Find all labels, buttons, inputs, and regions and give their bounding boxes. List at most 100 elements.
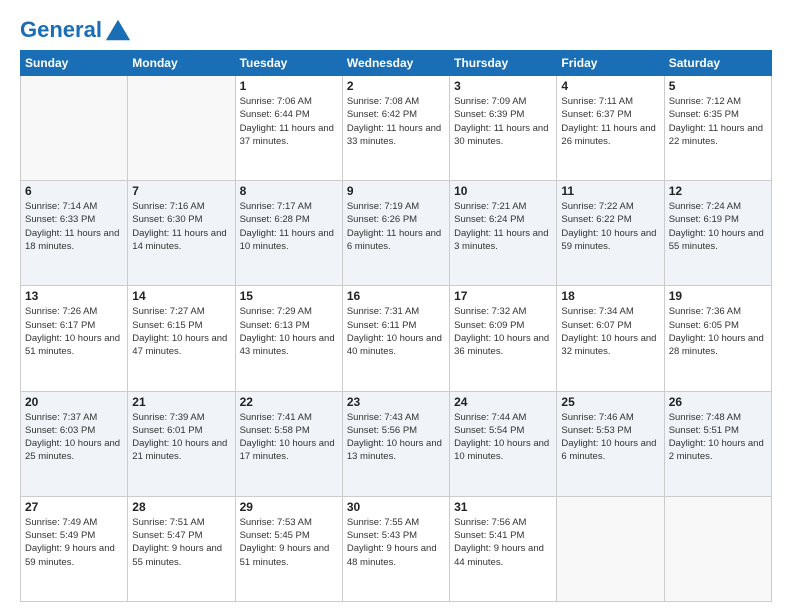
day-number: 14 bbox=[132, 289, 230, 303]
day-number: 19 bbox=[669, 289, 767, 303]
calendar-header-row: SundayMondayTuesdayWednesdayThursdayFrid… bbox=[21, 51, 772, 76]
calendar-cell: 3Sunrise: 7:09 AM Sunset: 6:39 PM Daylig… bbox=[450, 76, 557, 181]
day-number: 24 bbox=[454, 395, 552, 409]
day-info: Sunrise: 7:17 AM Sunset: 6:28 PM Dayligh… bbox=[240, 200, 338, 253]
day-number: 28 bbox=[132, 500, 230, 514]
day-number: 29 bbox=[240, 500, 338, 514]
day-info: Sunrise: 7:22 AM Sunset: 6:22 PM Dayligh… bbox=[561, 200, 659, 253]
day-number: 4 bbox=[561, 79, 659, 93]
day-number: 31 bbox=[454, 500, 552, 514]
day-info: Sunrise: 7:26 AM Sunset: 6:17 PM Dayligh… bbox=[25, 305, 123, 358]
calendar-cell: 28 Sunrise: 7:51 AM Sunset: 5:47 PM Dayli… bbox=[128, 496, 235, 601]
calendar-body: 1Sunrise: 7:06 AM Sunset: 6:44 PM Daylig… bbox=[21, 76, 772, 602]
calendar-cell: 16 Sunrise: 7:31 AM Sunset: 6:11 PM Dayli… bbox=[342, 286, 449, 391]
day-number: 7 bbox=[132, 184, 230, 198]
day-number: 3 bbox=[454, 79, 552, 93]
day-info: Sunrise: 7:14 AM Sunset: 6:33 PM Dayligh… bbox=[25, 200, 123, 253]
day-number: 11 bbox=[561, 184, 659, 198]
calendar-cell bbox=[557, 496, 664, 601]
calendar-cell bbox=[21, 76, 128, 181]
calendar-cell: 19Sunrise: 7:36 AM Sunset: 6:05 PM Dayli… bbox=[664, 286, 771, 391]
day-info: Sunrise: 7:49 AM Sunset: 5:49 PM Dayligh… bbox=[25, 516, 123, 569]
day-info: Sunrise: 7:06 AM Sunset: 6:44 PM Dayligh… bbox=[240, 95, 338, 148]
calendar-cell: 25 Sunrise: 7:46 AM Sunset: 5:53 PM Dayli… bbox=[557, 391, 664, 496]
calendar-cell: 13 Sunrise: 7:26 AM Sunset: 6:17 PM Dayli… bbox=[21, 286, 128, 391]
calendar-cell: 1Sunrise: 7:06 AM Sunset: 6:44 PM Daylig… bbox=[235, 76, 342, 181]
day-number: 23 bbox=[347, 395, 445, 409]
calendar-cell: 7Sunrise: 7:16 AM Sunset: 6:30 PM Daylig… bbox=[128, 181, 235, 286]
calendar-cell: 30Sunrise: 7:55 AM Sunset: 5:43 PM Dayli… bbox=[342, 496, 449, 601]
calendar-cell: 15 Sunrise: 7:29 AM Sunset: 6:13 PM Dayli… bbox=[235, 286, 342, 391]
header: General bbox=[20, 16, 772, 40]
calendar-week-row: 13 Sunrise: 7:26 AM Sunset: 6:17 PM Dayli… bbox=[21, 286, 772, 391]
day-number: 9 bbox=[347, 184, 445, 198]
day-info: Sunrise: 7:34 AM Sunset: 6:07 PM Dayligh… bbox=[561, 305, 659, 358]
calendar-cell: 12 Sunrise: 7:24 AM Sunset: 6:19 PM Dayli… bbox=[664, 181, 771, 286]
day-info: Sunrise: 7:46 AM Sunset: 5:53 PM Dayligh… bbox=[561, 411, 659, 464]
calendar-week-row: 27 Sunrise: 7:49 AM Sunset: 5:49 PM Dayli… bbox=[21, 496, 772, 601]
calendar-cell: 27 Sunrise: 7:49 AM Sunset: 5:49 PM Dayli… bbox=[21, 496, 128, 601]
weekday-header: Saturday bbox=[664, 51, 771, 76]
day-number: 16 bbox=[347, 289, 445, 303]
day-number: 2 bbox=[347, 79, 445, 93]
day-info: Sunrise: 7:29 AM Sunset: 6:13 PM Dayligh… bbox=[240, 305, 338, 358]
calendar-cell: 10Sunrise: 7:21 AM Sunset: 6:24 PM Dayli… bbox=[450, 181, 557, 286]
day-info: Sunrise: 7:24 AM Sunset: 6:19 PM Dayligh… bbox=[669, 200, 767, 253]
day-number: 17 bbox=[454, 289, 552, 303]
day-number: 12 bbox=[669, 184, 767, 198]
calendar-cell: 31 Sunrise: 7:56 AM Sunset: 5:41 PM Dayli… bbox=[450, 496, 557, 601]
day-info: Sunrise: 7:56 AM Sunset: 5:41 PM Dayligh… bbox=[454, 516, 552, 569]
day-info: Sunrise: 7:41 AM Sunset: 5:58 PM Dayligh… bbox=[240, 411, 338, 464]
day-info: Sunrise: 7:08 AM Sunset: 6:42 PM Dayligh… bbox=[347, 95, 445, 148]
calendar-cell: 11 Sunrise: 7:22 AM Sunset: 6:22 PM Dayli… bbox=[557, 181, 664, 286]
day-number: 21 bbox=[132, 395, 230, 409]
calendar-cell bbox=[128, 76, 235, 181]
day-number: 26 bbox=[669, 395, 767, 409]
day-info: Sunrise: 7:37 AM Sunset: 6:03 PM Dayligh… bbox=[25, 411, 123, 464]
weekday-header: Tuesday bbox=[235, 51, 342, 76]
day-info: Sunrise: 7:31 AM Sunset: 6:11 PM Dayligh… bbox=[347, 305, 445, 358]
calendar-cell: 2 Sunrise: 7:08 AM Sunset: 6:42 PM Daylig… bbox=[342, 76, 449, 181]
calendar-cell: 9 Sunrise: 7:19 AM Sunset: 6:26 PM Daylig… bbox=[342, 181, 449, 286]
weekday-header: Monday bbox=[128, 51, 235, 76]
calendar-cell: 20 Sunrise: 7:37 AM Sunset: 6:03 PM Dayli… bbox=[21, 391, 128, 496]
calendar-page: General SundayMondayTuesdayWednesdayThur… bbox=[0, 0, 792, 612]
day-number: 15 bbox=[240, 289, 338, 303]
calendar-cell: 5Sunrise: 7:12 AM Sunset: 6:35 PM Daylig… bbox=[664, 76, 771, 181]
day-info: Sunrise: 7:43 AM Sunset: 5:56 PM Dayligh… bbox=[347, 411, 445, 464]
day-number: 13 bbox=[25, 289, 123, 303]
day-info: Sunrise: 7:11 AM Sunset: 6:37 PM Dayligh… bbox=[561, 95, 659, 148]
calendar-cell: 29 Sunrise: 7:53 AM Sunset: 5:45 PM Dayli… bbox=[235, 496, 342, 601]
day-info: Sunrise: 7:21 AM Sunset: 6:24 PM Dayligh… bbox=[454, 200, 552, 253]
day-info: Sunrise: 7:19 AM Sunset: 6:26 PM Dayligh… bbox=[347, 200, 445, 253]
weekday-header: Thursday bbox=[450, 51, 557, 76]
calendar-cell: 18 Sunrise: 7:34 AM Sunset: 6:07 PM Dayli… bbox=[557, 286, 664, 391]
calendar-cell: 23 Sunrise: 7:43 AM Sunset: 5:56 PM Dayli… bbox=[342, 391, 449, 496]
day-info: Sunrise: 7:39 AM Sunset: 6:01 PM Dayligh… bbox=[132, 411, 230, 464]
day-info: Sunrise: 7:12 AM Sunset: 6:35 PM Dayligh… bbox=[669, 95, 767, 148]
day-number: 8 bbox=[240, 184, 338, 198]
calendar-cell: 4 Sunrise: 7:11 AM Sunset: 6:37 PM Daylig… bbox=[557, 76, 664, 181]
weekday-header: Wednesday bbox=[342, 51, 449, 76]
calendar-week-row: 6 Sunrise: 7:14 AM Sunset: 6:33 PM Daylig… bbox=[21, 181, 772, 286]
day-number: 22 bbox=[240, 395, 338, 409]
day-info: Sunrise: 7:51 AM Sunset: 5:47 PM Dayligh… bbox=[132, 516, 230, 569]
day-number: 30 bbox=[347, 500, 445, 514]
calendar-cell: 22 Sunrise: 7:41 AM Sunset: 5:58 PM Dayli… bbox=[235, 391, 342, 496]
weekday-header: Sunday bbox=[21, 51, 128, 76]
calendar-cell bbox=[664, 496, 771, 601]
calendar-week-row: 1Sunrise: 7:06 AM Sunset: 6:44 PM Daylig… bbox=[21, 76, 772, 181]
day-number: 6 bbox=[25, 184, 123, 198]
day-number: 25 bbox=[561, 395, 659, 409]
calendar-cell: 26Sunrise: 7:48 AM Sunset: 5:51 PM Dayli… bbox=[664, 391, 771, 496]
day-number: 18 bbox=[561, 289, 659, 303]
day-info: Sunrise: 7:53 AM Sunset: 5:45 PM Dayligh… bbox=[240, 516, 338, 569]
logo-text: General bbox=[20, 18, 102, 42]
day-info: Sunrise: 7:32 AM Sunset: 6:09 PM Dayligh… bbox=[454, 305, 552, 358]
calendar-cell: 8 Sunrise: 7:17 AM Sunset: 6:28 PM Daylig… bbox=[235, 181, 342, 286]
calendar-cell: 17 Sunrise: 7:32 AM Sunset: 6:09 PM Dayli… bbox=[450, 286, 557, 391]
day-number: 27 bbox=[25, 500, 123, 514]
day-number: 20 bbox=[25, 395, 123, 409]
calendar-week-row: 20 Sunrise: 7:37 AM Sunset: 6:03 PM Dayli… bbox=[21, 391, 772, 496]
calendar-cell: 24Sunrise: 7:44 AM Sunset: 5:54 PM Dayli… bbox=[450, 391, 557, 496]
